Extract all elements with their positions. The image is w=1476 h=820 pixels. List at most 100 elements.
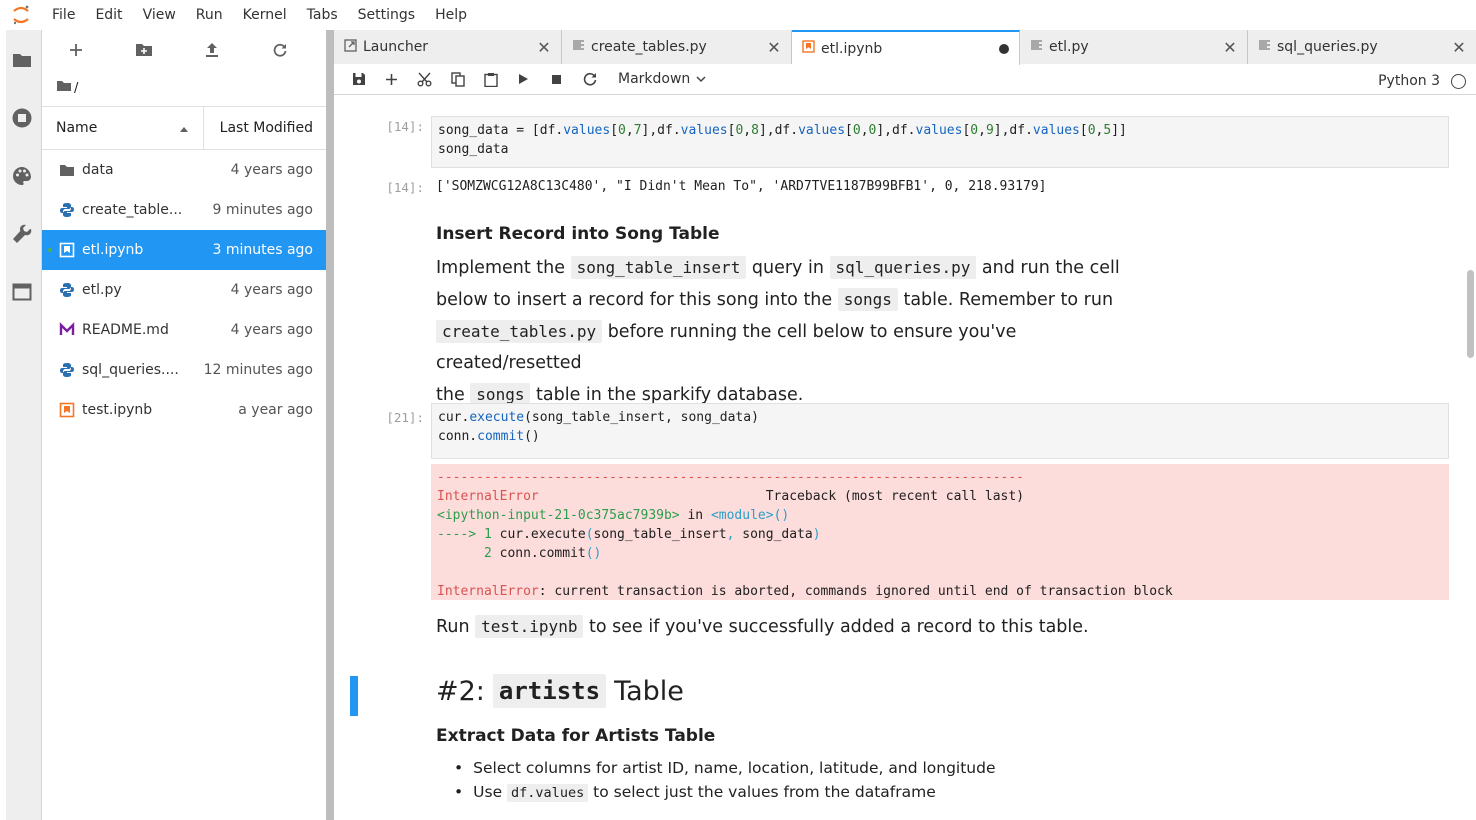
traceback-line-number: 2 (437, 546, 492, 561)
error-message: : current transaction is aborted, comman… (538, 584, 1173, 599)
tab-etl-ipynb[interactable]: etl.ipynb (792, 30, 1020, 65)
code-line: song_data = [df.values[0,7],df.values[0,… (438, 123, 1127, 138)
restart-icon[interactable] (573, 64, 606, 95)
file-modified: a year ago (238, 402, 313, 418)
code-line: conn.commit() (438, 429, 540, 444)
file-row-create-tables[interactable]: create_table... 9 minutes ago (42, 190, 326, 230)
close-icon[interactable]: ✕ (1452, 38, 1466, 57)
output-prompt: [14]: (386, 180, 424, 195)
cell-type-dropdown[interactable]: Markdown (618, 71, 706, 87)
file-row-sql-queries[interactable]: sql_queries.... 12 minutes ago (42, 350, 326, 390)
menu-view[interactable]: View (133, 0, 186, 30)
refresh-button[interactable] (246, 30, 314, 70)
unsaved-dot-icon[interactable] (999, 43, 1009, 54)
active-cell-indicator (350, 676, 358, 716)
file-row-etl-py[interactable]: etl.py 4 years ago (42, 270, 326, 310)
tabs-icon[interactable] (10, 280, 34, 304)
error-name: InternalError (437, 489, 539, 504)
text: in (679, 508, 711, 523)
copy-icon[interactable] (441, 64, 474, 95)
menu-run[interactable]: Run (186, 0, 233, 30)
tab-label: etl.ipynb (821, 40, 883, 57)
text: cur.execute (491, 527, 586, 542)
file-modified: 4 years ago (230, 322, 313, 338)
text: () (773, 508, 790, 523)
running-sessions-icon[interactable] (10, 106, 34, 130)
text: conn.commit (491, 546, 586, 561)
name-column-header[interactable]: Name (42, 106, 204, 150)
scrollbar-thumb[interactable] (1467, 270, 1474, 358)
text: Use (473, 783, 508, 801)
tab-create-tables[interactable]: create_tables.py ✕ (562, 30, 792, 64)
file-name: data (82, 162, 114, 178)
traceback-arrow: ----> 1 (437, 527, 492, 542)
menu-help[interactable]: Help (425, 0, 477, 30)
menubar: File Edit View Run Kernel Tabs Settings … (0, 0, 1476, 30)
paragraph: Run test.ipynb to see if you've successf… (436, 611, 1336, 643)
file-browser-toolbar (42, 30, 326, 70)
insert-cell-icon[interactable] (375, 64, 408, 95)
paste-icon[interactable] (474, 64, 507, 95)
file-row-readme[interactable]: README.md 4 years ago (42, 310, 326, 350)
error-separator: ----------------------------------------… (437, 470, 1024, 485)
menu-settings[interactable]: Settings (348, 0, 425, 30)
markdown-cell-active[interactable]: Run test.ipynb to see if you've successf… (436, 611, 1336, 643)
last-modified-column-header[interactable]: Last Modified (204, 120, 326, 136)
notebook-scrollbar[interactable] (1464, 96, 1476, 820)
breadcrumb: / (42, 70, 326, 106)
list-item: Use df.values to select just the values … (436, 780, 1336, 805)
palette-icon[interactable] (10, 164, 34, 188)
wrench-icon[interactable] (10, 222, 34, 246)
breadcrumb-path[interactable]: / (74, 81, 78, 96)
traceback-module: <module> (710, 508, 774, 523)
stop-icon[interactable] (540, 64, 573, 95)
code-cell-21[interactable]: cur.execute(song_table_insert, song_data… (431, 403, 1449, 459)
text: Select columns for artist ID, name, loca… (473, 759, 996, 777)
code-cell-14[interactable]: song_data = [df.values[0,7],df.values[0,… (431, 116, 1449, 168)
section-title: #2: artists Table (436, 674, 1336, 708)
markdown-cell[interactable]: #2: artists Table Extract Data for Artis… (436, 674, 1336, 805)
text: ( (585, 527, 594, 542)
text-file-icon (572, 39, 585, 55)
run-icon[interactable] (507, 64, 540, 95)
new-folder-button[interactable] (110, 30, 178, 70)
text: Run (436, 617, 476, 637)
close-icon[interactable]: ✕ (767, 38, 781, 57)
home-folder-icon[interactable] (56, 80, 72, 96)
new-launcher-button[interactable] (42, 30, 110, 70)
list-item: Select columns for artist ID, name, loca… (436, 756, 1336, 780)
kernel-name[interactable]: Python 3 (1378, 73, 1440, 89)
code-line: song_data (438, 142, 509, 157)
close-icon[interactable]: ✕ (1223, 38, 1237, 57)
folder-icon[interactable] (10, 48, 34, 72)
menu-tabs[interactable]: Tabs (297, 0, 348, 30)
tab-launcher[interactable]: Launcher ✕ (334, 30, 562, 64)
panel-splitter[interactable] (326, 30, 334, 820)
kernel-status-icon (1451, 74, 1466, 89)
cut-icon[interactable] (408, 64, 441, 95)
traceback-source: <ipython-input-21-0c375ac7939b> (437, 508, 680, 523)
cell-type-label: Markdown (618, 71, 691, 87)
file-row-etl-ipynb[interactable]: etl.ipynb 3 minutes ago (42, 230, 326, 270)
main-area: Launcher ✕ create_tables.py ✕ etl.ipynb … (334, 30, 1476, 820)
tab-label: Launcher (363, 39, 429, 55)
save-icon[interactable] (342, 64, 375, 95)
close-icon[interactable]: ✕ (537, 38, 551, 57)
menu-edit[interactable]: Edit (85, 0, 132, 30)
notebook-icon (58, 241, 76, 259)
markdown-cell[interactable]: Insert Record into Song Table Implement … (436, 224, 1156, 411)
file-row-data[interactable]: data 4 years ago (42, 150, 326, 190)
file-row-test-ipynb[interactable]: test.ipynb a year ago (42, 390, 326, 430)
text: song_data (742, 527, 813, 542)
menu-kernel[interactable]: Kernel (233, 0, 297, 30)
tab-label: etl.py (1049, 39, 1089, 55)
folder-icon (58, 161, 76, 179)
tab-bar: Launcher ✕ create_tables.py ✕ etl.ipynb … (334, 30, 1476, 65)
menu-file[interactable]: File (42, 0, 85, 30)
tab-sql-queries[interactable]: sql_queries.py ✕ (1248, 30, 1476, 64)
tab-label: create_tables.py (591, 39, 707, 55)
text: Table (614, 675, 684, 707)
upload-button[interactable] (178, 30, 246, 70)
tab-etl-py[interactable]: etl.py ✕ (1020, 30, 1248, 64)
file-modified: 12 minutes ago (203, 362, 313, 378)
